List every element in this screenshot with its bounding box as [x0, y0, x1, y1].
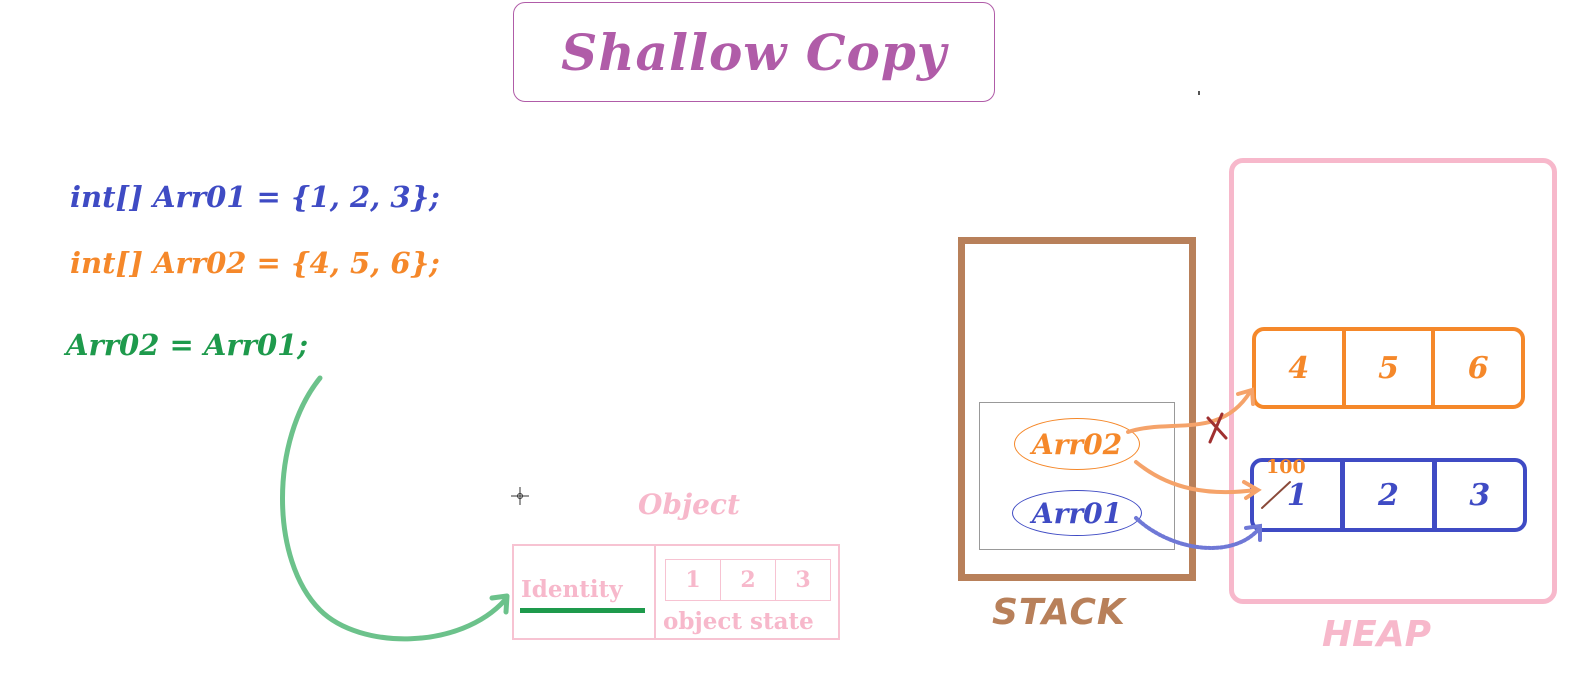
green-arrow: [280, 375, 508, 642]
arr01-arrow: [1134, 516, 1260, 550]
stray-dot: [1198, 91, 1200, 95]
arr02-new-arrow: [1134, 460, 1258, 495]
arr02-old-arrow: [1126, 390, 1252, 434]
arrows-layer: [280, 91, 1291, 642]
crosshair-cursor-icon: [511, 487, 529, 505]
pen-stroke: [1261, 481, 1291, 509]
